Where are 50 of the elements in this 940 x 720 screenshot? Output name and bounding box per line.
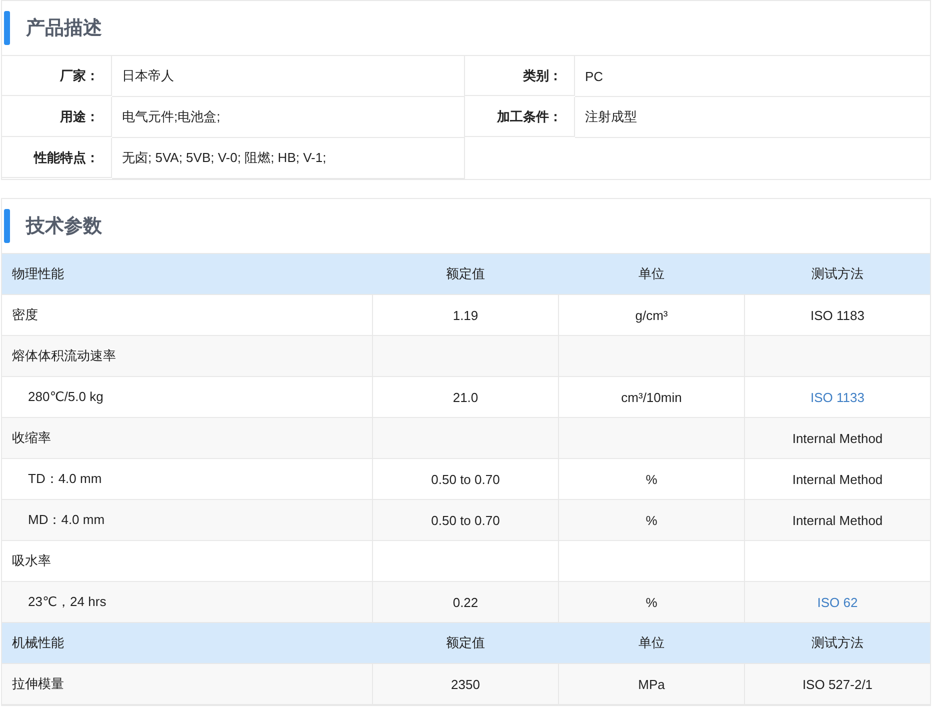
table-cell: MD：4.0 mm bbox=[28, 511, 105, 529]
table-cell: 0.50 to 0.70 bbox=[431, 472, 500, 486]
standard-link[interactable]: ISO 1133 bbox=[810, 390, 864, 404]
table-cell: % bbox=[646, 472, 658, 486]
section-title: 产品描述 bbox=[26, 16, 102, 41]
field-label: 加工条件： bbox=[465, 97, 575, 137]
table-cell: 2350 bbox=[451, 676, 480, 692]
table-cell: Internal Method bbox=[792, 512, 883, 528]
table-cell: 21.0 bbox=[452, 390, 478, 404]
table-cell: 拉伸模量 bbox=[12, 675, 64, 693]
accent-bar bbox=[4, 209, 10, 243]
table-cell: 熔体体积流动速率 bbox=[12, 347, 116, 365]
table-cell: 280℃/5.0 kg bbox=[28, 389, 104, 405]
table-cell: g/cm³ bbox=[635, 308, 668, 322]
table-cell: 0.50 to 0.70 bbox=[431, 512, 500, 528]
table-cell: 1.19 bbox=[452, 308, 478, 322]
table-cell: Internal Method bbox=[792, 430, 883, 446]
table-cell: TD：4.0 mm bbox=[28, 470, 102, 488]
table-cell: ISO 1183 bbox=[810, 308, 864, 322]
field-label: 性能特点： bbox=[2, 138, 112, 178]
table-cell: 密度 bbox=[12, 306, 38, 324]
column-header: 机械性能 bbox=[12, 634, 64, 652]
table-cell: 收缩率 bbox=[12, 429, 51, 447]
column-header: 单位 bbox=[638, 265, 664, 283]
column-header: 物理性能 bbox=[12, 265, 64, 283]
table-cell: MPa bbox=[638, 676, 665, 692]
table-cell: 吸水率 bbox=[12, 552, 51, 570]
table-cell: % bbox=[646, 594, 658, 610]
section-title: 技术参数 bbox=[26, 214, 102, 239]
field-value: 注射成型 bbox=[575, 97, 930, 138]
column-header: 测试方法 bbox=[812, 265, 864, 283]
field-label: 用途： bbox=[2, 97, 112, 137]
table-cell: 0.22 bbox=[452, 594, 478, 610]
field-value: 电气元件;电池盒; bbox=[112, 97, 465, 138]
field-label: 厂家： bbox=[2, 56, 112, 96]
field-value: PC bbox=[575, 56, 930, 97]
column-header: 单位 bbox=[638, 634, 664, 652]
column-header: 额定值 bbox=[446, 634, 485, 652]
field-value: 无卤; 5VA; 5VB; V-0; 阻燃; HB; V-1; bbox=[112, 138, 465, 179]
table-cell: ISO 527-2/1 bbox=[802, 676, 873, 692]
table-cell: 23℃，24 hrs bbox=[28, 593, 106, 611]
accent-bar bbox=[4, 11, 10, 45]
field-label: 类别： bbox=[465, 56, 575, 96]
column-header: 额定值 bbox=[446, 265, 485, 283]
standard-link[interactable]: ISO 62 bbox=[817, 594, 858, 610]
table-cell: Internal Method bbox=[792, 472, 883, 486]
field-value: 日本帝人 bbox=[112, 56, 465, 97]
table-cell: cm³/10min bbox=[621, 390, 682, 404]
table-cell: % bbox=[646, 512, 658, 528]
column-header: 测试方法 bbox=[812, 634, 864, 652]
